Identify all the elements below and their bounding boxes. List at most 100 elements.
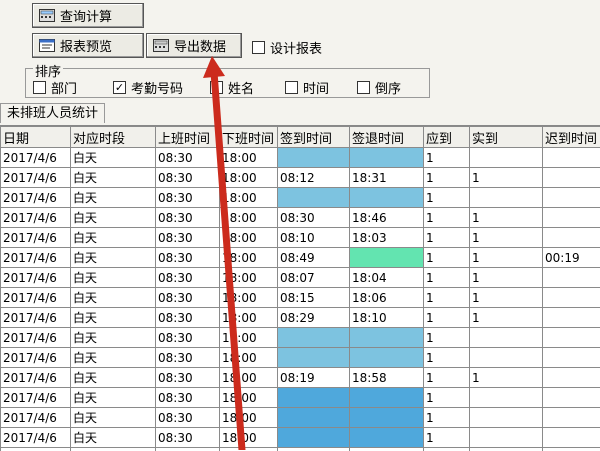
tab-unscheduled-staff-stats[interactable]: 未排班人员统计: [0, 103, 105, 123]
report-preview-button[interactable]: 报表预览: [32, 33, 144, 58]
table-cell[interactable]: [470, 188, 543, 208]
table-cell[interactable]: 08:30: [156, 248, 220, 268]
table-cell[interactable]: 18:00: [220, 428, 278, 448]
table-cell[interactable]: 1: [424, 368, 470, 388]
table-cell[interactable]: [543, 308, 600, 328]
table-cell[interactable]: 2017/4/6: [1, 388, 71, 408]
table-cell[interactable]: 1: [424, 428, 470, 448]
table-row[interactable]: 2017/4/6白天08:3018:001: [1, 328, 600, 348]
checkbox-box[interactable]: [357, 81, 370, 94]
table-cell[interactable]: [350, 248, 424, 268]
table-cell[interactable]: 2017/4/6: [1, 148, 71, 168]
table-cell[interactable]: 18:00: [220, 208, 278, 228]
table-cell[interactable]: 1: [470, 368, 543, 388]
table-cell[interactable]: 白天: [71, 248, 156, 268]
table-cell[interactable]: 1: [470, 268, 543, 288]
table-cell[interactable]: 08:30: [156, 288, 220, 308]
table-cell[interactable]: 白天: [71, 428, 156, 448]
table-cell[interactable]: [278, 348, 350, 368]
table-cell[interactable]: [543, 188, 600, 208]
table-row[interactable]: 2017/4/6白天08:3018:0008:2918:1011: [1, 308, 600, 328]
table-row[interactable]: 2017/4/6白天08:3018:0008:2018:0311: [1, 448, 600, 451]
table-cell[interactable]: 08:30: [156, 268, 220, 288]
table-cell[interactable]: 1: [470, 288, 543, 308]
table-cell[interactable]: [543, 328, 600, 348]
design-report-checkbox[interactable]: 设计报表: [252, 38, 322, 57]
table-cell[interactable]: [543, 448, 600, 451]
table-cell[interactable]: 1: [424, 248, 470, 268]
table-cell[interactable]: 08:30: [278, 208, 350, 228]
table-row[interactable]: 2017/4/6白天08:3018:0008:1018:0311: [1, 228, 600, 248]
table-cell[interactable]: 1: [424, 308, 470, 328]
table-cell[interactable]: [470, 348, 543, 368]
export-data-button[interactable]: 导出数据: [146, 33, 242, 58]
table-cell[interactable]: 18:00: [220, 308, 278, 328]
table-cell[interactable]: [278, 328, 350, 348]
table-cell[interactable]: 08:30: [156, 368, 220, 388]
table-cell[interactable]: 08:30: [156, 188, 220, 208]
table-row[interactable]: 2017/4/6白天08:3018:0008:3018:4611: [1, 208, 600, 228]
table-cell[interactable]: [543, 288, 600, 308]
table-cell[interactable]: 2017/4/6: [1, 188, 71, 208]
table-cell[interactable]: 2017/4/6: [1, 268, 71, 288]
table-cell[interactable]: [350, 388, 424, 408]
table-cell[interactable]: [350, 148, 424, 168]
table-row[interactable]: 2017/4/6白天08:3018:0008:1518:0611: [1, 288, 600, 308]
table-cell[interactable]: 白天: [71, 408, 156, 428]
table-cell[interactable]: 18:00: [220, 228, 278, 248]
table-cell[interactable]: [543, 348, 600, 368]
table-cell[interactable]: [543, 168, 600, 188]
table-cell[interactable]: 2017/4/6: [1, 368, 71, 388]
table-cell[interactable]: 白天: [71, 288, 156, 308]
table-row[interactable]: 2017/4/6白天08:3018:00 1: [1, 188, 600, 208]
table-cell[interactable]: 08:49: [278, 248, 350, 268]
column-header[interactable]: 迟到时间: [543, 127, 600, 148]
table-cell[interactable]: 08:30: [156, 408, 220, 428]
sort-option-name[interactable]: 姓名: [210, 78, 254, 97]
table-cell[interactable]: 白天: [71, 448, 156, 451]
table-cell[interactable]: 白天: [71, 148, 156, 168]
table-cell[interactable]: [543, 388, 600, 408]
sort-option-attendance-number[interactable]: ✓ 考勤号码: [113, 78, 183, 97]
table-cell[interactable]: 白天: [71, 368, 156, 388]
column-header[interactable]: 下班时间: [220, 127, 278, 148]
table-cell[interactable]: 1: [470, 168, 543, 188]
table-row[interactable]: 2017/4/6白天08:3018:0008:1218:3111: [1, 168, 600, 188]
column-header[interactable]: 签退时间: [350, 127, 424, 148]
table-cell[interactable]: 18:00: [220, 348, 278, 368]
table-cell[interactable]: 08:19: [278, 368, 350, 388]
design-report-box[interactable]: [252, 41, 265, 54]
table-cell[interactable]: 08:29: [278, 308, 350, 328]
table-cell[interactable]: 1: [424, 188, 470, 208]
table-cell[interactable]: 白天: [71, 308, 156, 328]
column-header[interactable]: 日期: [1, 127, 71, 148]
table-cell[interactable]: 18:03: [350, 448, 424, 451]
table-cell[interactable]: 2017/4/6: [1, 168, 71, 188]
table-cell[interactable]: [278, 428, 350, 448]
column-header[interactable]: 实到: [470, 127, 543, 148]
column-header[interactable]: 签到时间: [278, 127, 350, 148]
table-cell[interactable]: 1: [470, 208, 543, 228]
table-cell[interactable]: 18:03: [350, 228, 424, 248]
table-cell[interactable]: 18:00: [220, 148, 278, 168]
table-cell[interactable]: 白天: [71, 188, 156, 208]
table-cell[interactable]: 08:30: [156, 208, 220, 228]
table-cell[interactable]: [350, 348, 424, 368]
table-cell[interactable]: 18:00: [220, 188, 278, 208]
table-cell[interactable]: 白天: [71, 388, 156, 408]
table-cell[interactable]: [278, 388, 350, 408]
table-cell[interactable]: 2017/4/6: [1, 448, 71, 451]
table-cell[interactable]: 1: [424, 268, 470, 288]
table-cell[interactable]: [470, 328, 543, 348]
table-cell[interactable]: 1: [424, 348, 470, 368]
table-cell[interactable]: 00:19: [543, 248, 600, 268]
table-cell[interactable]: [543, 408, 600, 428]
table-row[interactable]: 2017/4/6白天08:3018:001: [1, 348, 600, 368]
checkbox-box[interactable]: [210, 81, 223, 94]
table-cell[interactable]: 2017/4/6: [1, 408, 71, 428]
table-cell[interactable]: [543, 368, 600, 388]
table-cell[interactable]: 1: [424, 408, 470, 428]
table-cell[interactable]: 2017/4/6: [1, 228, 71, 248]
table-cell[interactable]: [470, 148, 543, 168]
table-cell[interactable]: 08:20: [278, 448, 350, 451]
